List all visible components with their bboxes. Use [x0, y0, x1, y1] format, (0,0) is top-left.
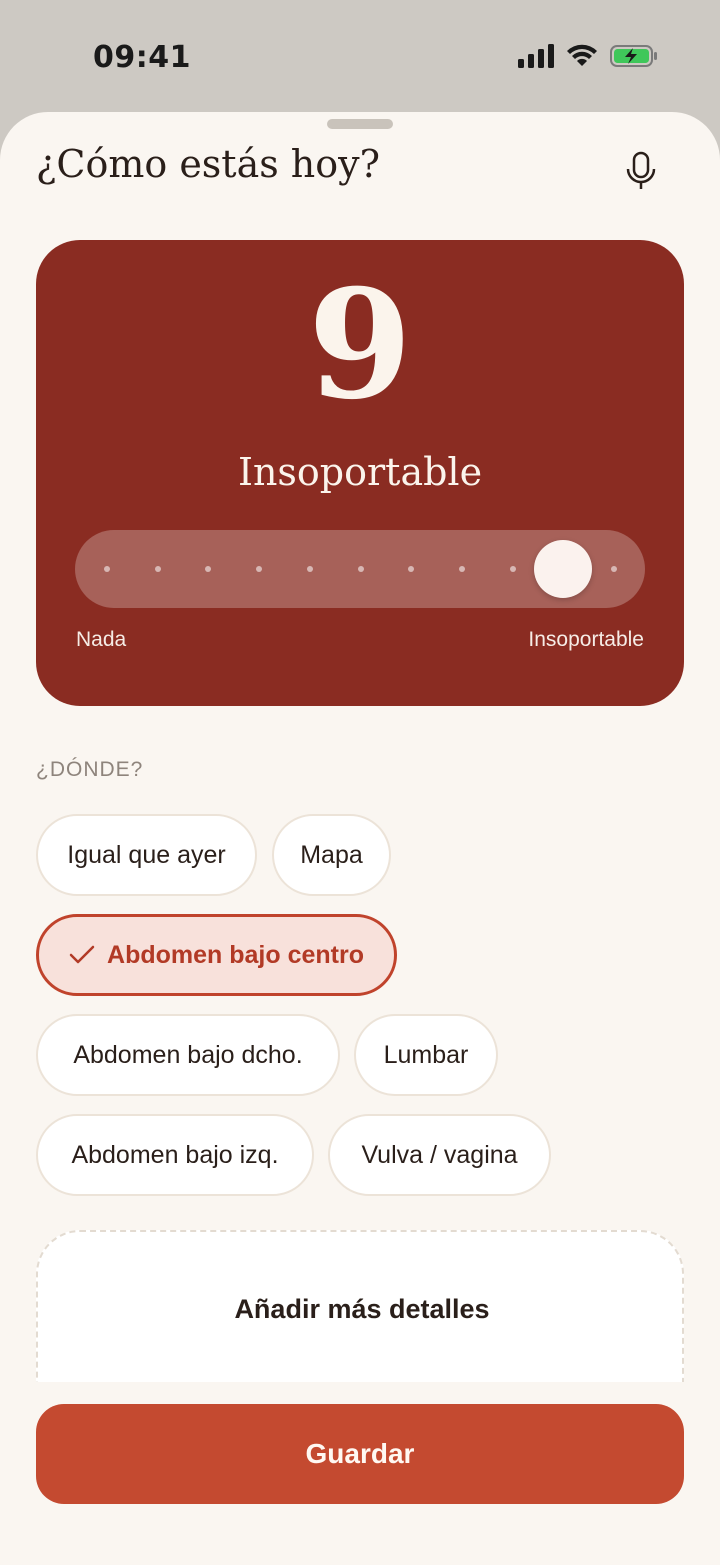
wifi-icon: [567, 44, 597, 66]
bottom-action-bar: Guardar: [0, 1382, 720, 1565]
page-title: ¿Cómo estás hoy?: [36, 142, 381, 186]
chip-map[interactable]: Mapa: [272, 814, 391, 896]
scale-max-label: Insoportable: [528, 628, 644, 651]
chip-label: Mapa: [300, 840, 363, 869]
add-details-title: Añadir más detalles: [234, 1294, 490, 1324]
chip-vulva-vagina[interactable]: Vulva / vagina: [328, 1114, 551, 1196]
slider-tick: [205, 566, 212, 572]
slider-tick: [408, 566, 415, 572]
chip-same-as-yesterday[interactable]: Igual que ayer: [36, 814, 257, 896]
chip-lumbar[interactable]: Lumbar: [354, 1014, 498, 1096]
slider-tick: [611, 566, 617, 572]
slider-tick: [104, 566, 110, 572]
check-icon: [69, 945, 95, 964]
status-bar: 09:41: [0, 0, 720, 112]
bottom-sheet: ¿Cómo estás hoy? 9 Insoportable Nada Ins…: [0, 112, 720, 1565]
sheet-grabber[interactable]: [327, 119, 393, 129]
chip-label: Lumbar: [383, 1040, 469, 1069]
chip-label: Abdomen bajo izq.: [71, 1140, 279, 1169]
chip-lower-abdomen-left[interactable]: Abdomen bajo izq.: [36, 1114, 314, 1196]
chip-label: Abdomen bajo centro: [107, 940, 364, 969]
pain-slider[interactable]: [75, 530, 645, 608]
chip-label: Abdomen bajo dcho.: [73, 1040, 303, 1069]
slider-tick: [357, 566, 364, 572]
slider-tick: [256, 566, 263, 572]
slider-thumb[interactable]: [534, 540, 593, 598]
status-icons: [518, 44, 658, 68]
slider-tick: [458, 566, 465, 572]
pain-label: Insoportable: [237, 450, 483, 494]
pain-value: 9: [307, 257, 413, 433]
slider-tick: [509, 566, 516, 572]
scale-min-label: Nada: [76, 628, 127, 651]
microphone-button[interactable]: [614, 144, 668, 198]
chip-label: Vulva / vagina: [361, 1140, 518, 1169]
slider-tick: [306, 566, 313, 572]
section-label-where: ¿DÓNDE?: [36, 758, 144, 781]
save-button[interactable]: Guardar: [36, 1404, 684, 1504]
chip-lower-abdomen-center[interactable]: Abdomen bajo centro: [36, 914, 397, 996]
chip-lower-abdomen-right[interactable]: Abdomen bajo dcho.: [36, 1014, 340, 1096]
slider-tick: [154, 566, 161, 572]
cellular-signal-icon: [518, 44, 554, 68]
status-time: 09:41: [93, 40, 191, 75]
pain-level-card: 9 Insoportable Nada Insoportable: [36, 240, 684, 706]
chip-label: Igual que ayer: [67, 840, 226, 869]
battery-charging-icon: [610, 45, 657, 67]
microphone-icon: [626, 151, 656, 189]
